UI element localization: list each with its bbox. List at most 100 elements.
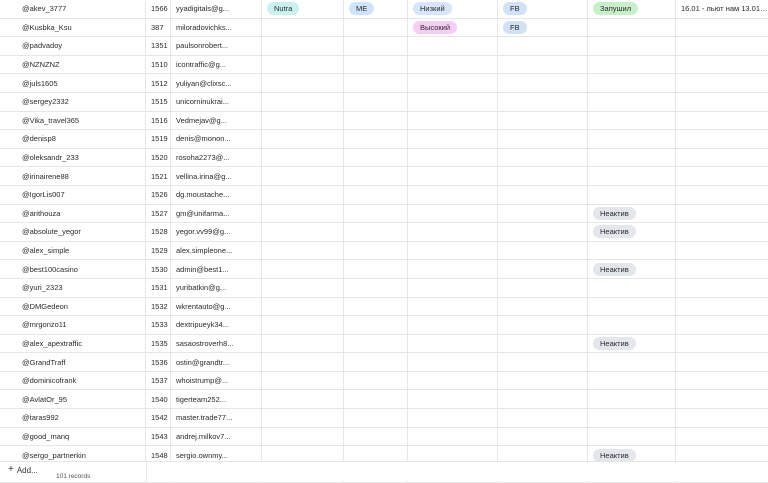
note-cell[interactable]	[676, 298, 768, 316]
id-cell[interactable]: 1527	[146, 204, 171, 223]
handle-cell[interactable]: @absolute_yegor	[15, 223, 146, 241]
note-cell[interactable]	[676, 279, 768, 297]
handle-cell[interactable]: @arithouza	[15, 204, 146, 223]
id-cell[interactable]: 1521	[146, 167, 171, 185]
note-cell[interactable]	[676, 93, 768, 111]
note-cell[interactable]	[676, 316, 768, 334]
vertical-cell[interactable]	[262, 427, 344, 446]
table-row[interactable]: @taras992 1542 master.trade77...	[0, 409, 768, 428]
priority-cell[interactable]	[408, 37, 498, 55]
table-row[interactable]: @alex_simple 1529 alex.simpleone...	[0, 241, 768, 261]
priority-cell[interactable]	[408, 74, 498, 92]
geo-cell[interactable]	[344, 409, 408, 427]
vertical-cell[interactable]	[262, 390, 344, 409]
handle-cell[interactable]: @oleksandr_233	[15, 148, 146, 167]
source-cell[interactable]	[498, 353, 588, 371]
note-cell[interactable]	[676, 353, 768, 371]
email-cell[interactable]: unicorninukrai...	[171, 92, 262, 111]
table-row[interactable]: @dominicofrank 1537 whoistrump@...	[0, 371, 768, 391]
handle-cell[interactable]: @irinairene88	[15, 167, 146, 185]
table-row[interactable]: @oleksandr_233 1520 rosoha2273@...	[0, 148, 768, 168]
source-cell[interactable]	[498, 167, 588, 185]
source-cell[interactable]	[498, 111, 588, 130]
table-row[interactable]: @absolute_yegor 1528 yegor.vv99@g... Неакти…	[0, 223, 768, 242]
geo-cell[interactable]	[344, 334, 408, 353]
priority-cell[interactable]	[408, 111, 498, 130]
email-cell[interactable]: rosoha2273@...	[171, 148, 262, 167]
vertical-cell[interactable]	[262, 409, 344, 427]
geo-cell[interactable]	[344, 278, 408, 297]
table-row[interactable]: @NZNZNZ 1510 icontraffic@g...	[0, 55, 768, 75]
id-cell[interactable]: 1537	[146, 371, 171, 390]
priority-cell[interactable]	[408, 390, 498, 409]
note-cell[interactable]	[676, 186, 768, 204]
handle-cell[interactable]: @IgorLis007	[15, 185, 146, 204]
status-cell[interactable]: Неактив	[588, 334, 676, 353]
status-cell[interactable]: Неактив	[588, 204, 676, 223]
geo-cell[interactable]	[344, 130, 408, 148]
table-row[interactable]: @Kusbka_Ksu 387 miloradovichks... Высокий FB	[0, 18, 768, 38]
handle-cell[interactable]: @good_manq	[15, 427, 146, 446]
handle-cell[interactable]: @GrandTraff	[15, 353, 146, 371]
handle-cell[interactable]: @denisp8	[15, 130, 146, 148]
geo-cell[interactable]	[344, 111, 408, 130]
id-cell[interactable]: 1528	[146, 223, 171, 241]
email-cell[interactable]: dextripueyk34...	[171, 316, 262, 334]
email-cell[interactable]: icontraffic@g...	[171, 55, 262, 74]
handle-cell[interactable]: @yuri_2323	[15, 278, 146, 297]
id-cell[interactable]: 1512	[146, 74, 171, 92]
vertical-cell[interactable]	[262, 241, 344, 260]
status-cell[interactable]	[588, 390, 676, 409]
geo-cell[interactable]	[344, 353, 408, 371]
geo-cell[interactable]	[344, 427, 408, 446]
geo-cell[interactable]: ME	[344, 0, 408, 18]
note-cell[interactable]	[676, 260, 768, 278]
status-cell[interactable]	[588, 278, 676, 297]
priority-cell[interactable]	[408, 353, 498, 371]
geo-cell[interactable]	[344, 260, 408, 278]
status-cell[interactable]	[588, 371, 676, 390]
handle-cell[interactable]: @sergey2332	[15, 92, 146, 111]
handle-cell[interactable]: @akev_3777	[15, 0, 146, 18]
vertical-cell[interactable]	[262, 111, 344, 130]
email-cell[interactable]: wkrentauto@g...	[171, 297, 262, 316]
table-row[interactable]: @DMGedeon 1532 wkrentauto@g...	[0, 297, 768, 317]
id-cell[interactable]: 1520	[146, 148, 171, 167]
note-cell[interactable]	[676, 223, 768, 241]
id-cell[interactable]: 1515	[146, 92, 171, 111]
status-cell[interactable]	[588, 148, 676, 167]
priority-cell[interactable]: Низкий	[408, 0, 498, 18]
id-cell[interactable]: 1535	[146, 334, 171, 353]
priority-cell[interactable]	[408, 241, 498, 260]
source-cell[interactable]	[498, 148, 588, 167]
priority-cell[interactable]	[408, 427, 498, 446]
email-cell[interactable]: sasaostroverh8...	[171, 334, 262, 353]
note-cell[interactable]	[676, 37, 768, 55]
geo-cell[interactable]	[344, 316, 408, 334]
status-cell[interactable]	[588, 167, 676, 185]
id-cell[interactable]: 1529	[146, 241, 171, 260]
status-cell[interactable]	[588, 37, 676, 55]
note-cell[interactable]	[676, 74, 768, 92]
note-cell[interactable]	[676, 56, 768, 74]
vertical-cell[interactable]	[262, 37, 344, 55]
table-row[interactable]: @Vika_travel365 1516 Vedmejav@g...	[0, 111, 768, 131]
vertical-cell[interactable]	[262, 92, 344, 111]
email-cell[interactable]: paulsonrobert...	[171, 37, 262, 55]
note-cell[interactable]	[676, 409, 768, 427]
table-row[interactable]: @irinairene88 1521 vellina.irina@g...	[0, 167, 768, 186]
table-row[interactable]: @alex_apextraffic 1535 sasaostroverh8... Не…	[0, 334, 768, 354]
table-row[interactable]: @akev_3777 1566 yyadigitals@g... Nutra ME Низ…	[0, 0, 768, 19]
priority-cell[interactable]	[408, 130, 498, 148]
handle-cell[interactable]: @taras992	[15, 409, 146, 427]
table-row[interactable]: @IgorLis007 1526 dg.moustache...	[0, 185, 768, 205]
handle-cell[interactable]: @DMGedeon	[15, 297, 146, 316]
vertical-cell[interactable]	[262, 260, 344, 278]
geo-cell[interactable]	[344, 241, 408, 260]
source-cell[interactable]	[498, 334, 588, 353]
status-cell[interactable]: Неактив	[588, 223, 676, 241]
vertical-cell[interactable]	[262, 74, 344, 92]
email-cell[interactable]: dg.moustache...	[171, 185, 262, 204]
geo-cell[interactable]	[344, 55, 408, 74]
status-cell[interactable]	[588, 111, 676, 130]
